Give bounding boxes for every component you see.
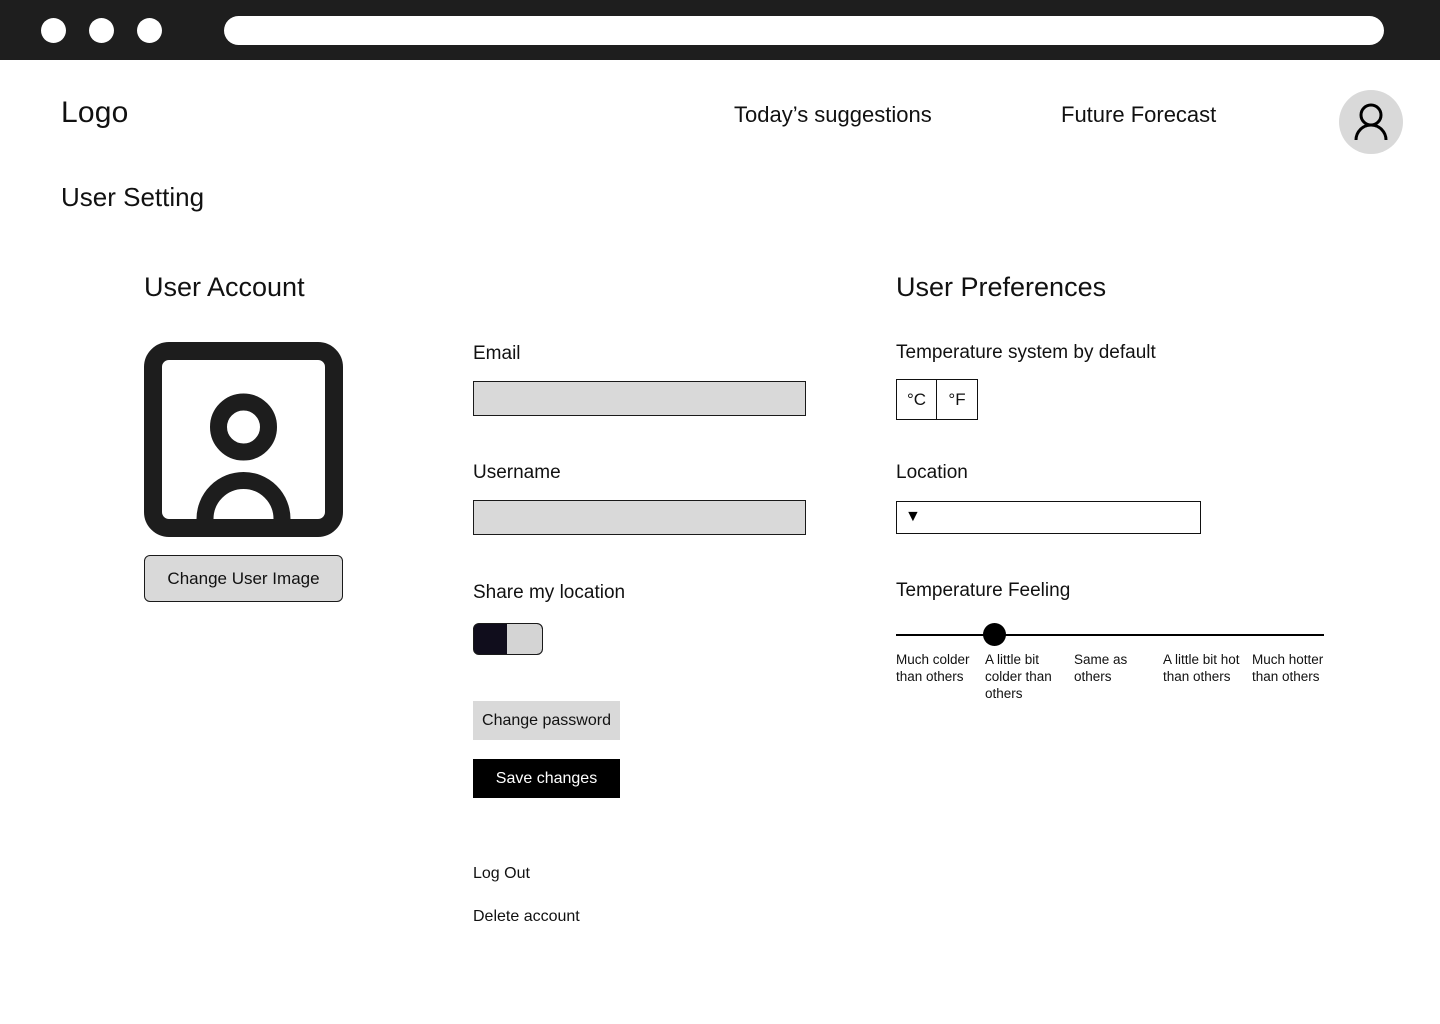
- temperature-feeling-slider[interactable]: [896, 620, 1324, 650]
- location-label: Location: [896, 462, 968, 483]
- close-dot[interactable]: [41, 18, 66, 43]
- slider-track: [896, 634, 1324, 636]
- scale-label-a-little-hotter: A little bit hot than others: [1163, 652, 1240, 684]
- save-changes-button[interactable]: Save changes: [473, 759, 620, 798]
- share-location-toggle[interactable]: [473, 623, 543, 655]
- address-bar[interactable]: [224, 16, 1384, 45]
- delete-account-link[interactable]: Delete account: [473, 908, 580, 926]
- scale-label-much-colder: Much colder than others: [896, 652, 970, 684]
- share-location-label: Share my location: [473, 582, 626, 603]
- nav-today-suggestions[interactable]: Today’s suggestions: [734, 102, 932, 128]
- nav-future-forecast[interactable]: Future Forecast: [1061, 102, 1216, 128]
- unit-celsius-option[interactable]: °C: [896, 379, 937, 420]
- temperature-system-label: Temperature system by default: [896, 342, 1156, 363]
- temperature-feeling-label: Temperature Feeling: [896, 580, 1071, 601]
- temperature-feeling-scale: Much colder than others A little bit col…: [896, 651, 1336, 702]
- user-preferences-heading: User Preferences: [896, 272, 1107, 302]
- change-password-button[interactable]: Change password: [473, 701, 620, 740]
- change-user-image-button[interactable]: Change User Image: [144, 555, 343, 602]
- site-header: Logo Today’s suggestions Future Forecast: [0, 60, 1440, 162]
- user-image-preview: [144, 342, 343, 537]
- username-field[interactable]: [473, 500, 806, 535]
- minimize-dot[interactable]: [89, 18, 114, 43]
- user-account-heading: User Account: [144, 272, 305, 302]
- email-label: Email: [473, 343, 521, 364]
- log-out-link[interactable]: Log Out: [473, 865, 530, 883]
- scale-label-same-as-others: Same as others: [1074, 652, 1128, 684]
- email-field[interactable]: [473, 381, 806, 416]
- person-icon: [1354, 103, 1388, 141]
- temperature-system-group: °C °F: [896, 379, 978, 420]
- toggle-knob: [507, 624, 542, 654]
- username-label: Username: [473, 462, 561, 483]
- avatar[interactable]: [1339, 90, 1403, 154]
- location-select[interactable]: ▼: [896, 501, 1201, 534]
- unit-fahrenheit-option[interactable]: °F: [937, 379, 978, 420]
- page-title: User Setting: [61, 182, 205, 212]
- maximize-dot[interactable]: [137, 18, 162, 43]
- user-image-placeholder-icon: [144, 342, 343, 537]
- browser-titlebar: [0, 0, 1440, 60]
- logo[interactable]: Logo: [61, 96, 129, 130]
- slider-knob[interactable]: [982, 623, 1006, 646]
- scale-label-much-hotter: Much hotter than others: [1252, 652, 1324, 684]
- scale-label-a-little-colder: A little bit colder than others: [985, 652, 1052, 701]
- chevron-down-icon: ▼: [905, 508, 921, 525]
